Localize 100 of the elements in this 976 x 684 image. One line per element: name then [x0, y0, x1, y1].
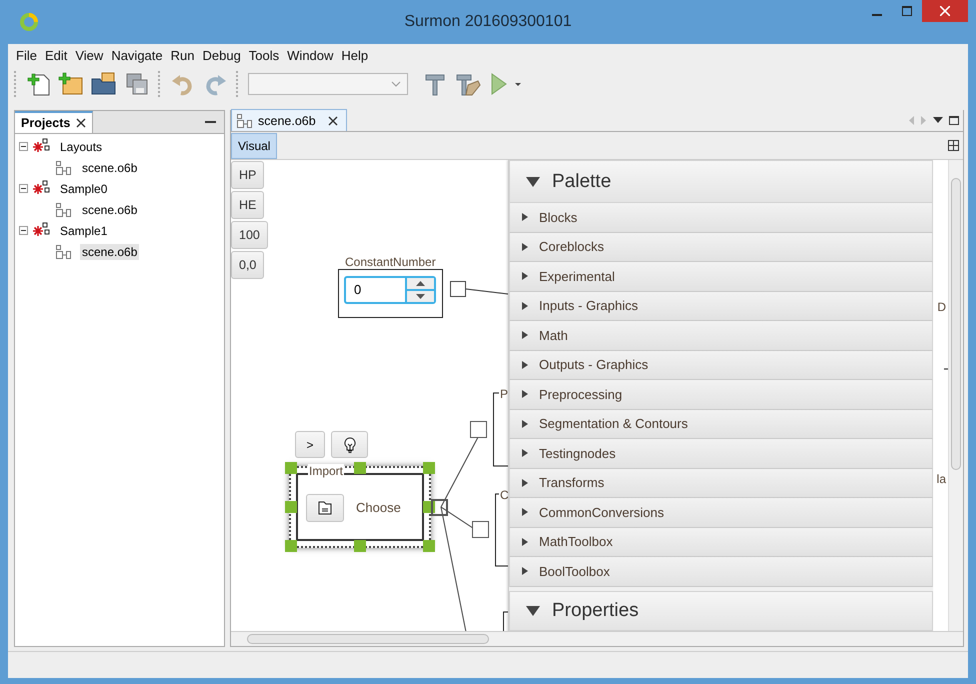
menu-item[interactable]: Window: [283, 48, 338, 62]
new-folder-icon[interactable]: [58, 71, 84, 97]
hint-button[interactable]: [331, 431, 368, 458]
category-label: Outputs - Graphics: [539, 357, 648, 372]
palette-category[interactable]: Experimental: [509, 262, 933, 292]
palette-category[interactable]: CommonConversions: [509, 498, 933, 528]
palette-category[interactable]: Outputs - Graphics: [509, 350, 933, 380]
resize-handle[interactable]: [354, 462, 366, 474]
panel-title: Projects: [21, 116, 70, 130]
category-label: Math: [539, 328, 568, 343]
tree-item[interactable]: Sample1: [58, 222, 110, 238]
tree-item[interactable]: Sample0: [58, 180, 110, 196]
vertical-scrollbar[interactable]: [948, 160, 963, 631]
palette-category[interactable]: MathToolbox: [509, 528, 933, 557]
node-title: D: [936, 300, 947, 314]
port: [431, 499, 448, 516]
canvas-button[interactable]: HP: [231, 161, 264, 189]
category-label: Preprocessing: [539, 386, 622, 402]
file-button[interactable]: [306, 494, 344, 522]
resize-handle[interactable]: [285, 462, 297, 474]
tree-item[interactable]: scene.o6b: [80, 160, 140, 176]
view-tab[interactable]: Visual: [231, 132, 278, 158]
menu-item[interactable]: Edit: [40, 48, 72, 62]
save-all-icon[interactable]: [124, 71, 150, 97]
port: [472, 521, 489, 538]
tree-item[interactable]: scene.o6b: [80, 202, 140, 218]
node-title: P: [499, 387, 510, 401]
resize-handle[interactable]: [423, 540, 435, 552]
maximize-icon[interactable]: [949, 116, 959, 124]
scene-file-icon: [55, 160, 73, 176]
canvas-button[interactable]: HE: [231, 191, 264, 219]
node-frame: [503, 612, 508, 631]
menu-item[interactable]: File: [12, 48, 41, 62]
menu-item[interactable]: Debug: [198, 48, 245, 62]
tree-item[interactable]: scene.o6b: [80, 244, 140, 260]
canvas-button[interactable]: 0,0: [231, 251, 264, 279]
palette-category[interactable]: Math: [509, 321, 933, 350]
collapse-icon[interactable]: [19, 142, 28, 151]
category-label: CommonConversions: [539, 504, 664, 520]
tree-item[interactable]: Layouts: [58, 138, 104, 154]
run-button[interactable]: >: [295, 431, 325, 458]
properties-header[interactable]: Properties: [509, 590, 933, 630]
close-button[interactable]: [922, 0, 968, 22]
palette-category[interactable]: Inputs - Graphics: [509, 292, 933, 321]
node-title: Import: [308, 464, 344, 478]
node-title: la: [936, 472, 947, 486]
collapse-icon[interactable]: [19, 184, 28, 193]
category-label: BoolToolbox: [539, 564, 610, 579]
node-title: ConstantNumber: [344, 255, 437, 269]
window-title: Surmon 201609300101: [404, 13, 572, 31]
grid-icon[interactable]: [948, 140, 959, 151]
connector-line: [466, 288, 508, 294]
canvas-button[interactable]: 100: [231, 221, 268, 249]
resize-handle[interactable]: [423, 462, 435, 474]
menu-item[interactable]: View: [71, 48, 108, 62]
scene-file-icon: [55, 244, 73, 260]
menu-item[interactable]: Help: [337, 48, 372, 62]
close-icon: [940, 6, 950, 16]
section-title: Palette: [552, 170, 612, 192]
resize-handle[interactable]: [285, 501, 297, 513]
menu-item[interactable]: Navigate: [107, 48, 167, 62]
palette-category[interactable]: Blocks: [509, 203, 933, 232]
collapse-icon[interactable]: [19, 226, 28, 235]
scene-file-icon: [55, 202, 73, 218]
scene-file-icon: [236, 112, 254, 128]
editor-tab[interactable]: scene.o6b: [231, 109, 347, 131]
close-icon[interactable]: [328, 116, 338, 126]
dropdown-icon[interactable]: [933, 117, 943, 123]
category-label: Experimental: [539, 268, 615, 284]
port: [450, 281, 466, 297]
menu-item[interactable]: Tools: [244, 48, 284, 62]
file-label: Choose: [356, 500, 401, 515]
palette-category[interactable]: BoolToolbox: [509, 557, 933, 586]
port: [470, 421, 487, 438]
projects-tab[interactable]: Projects: [15, 111, 94, 133]
resize-handle[interactable]: [354, 540, 366, 552]
tab-label: scene.o6b: [258, 114, 316, 128]
palette-category[interactable]: Segmentation & Contours: [509, 410, 933, 439]
resize-handle[interactable]: [285, 540, 297, 552]
minimize-icon[interactable]: [205, 120, 216, 124]
palette-category[interactable]: Coreblocks: [509, 232, 933, 262]
minimize-icon: [872, 14, 882, 16]
category-label: Blocks: [539, 210, 578, 225]
category-label: Transforms: [539, 475, 604, 490]
horizontal-scrollbar[interactable]: [231, 631, 963, 646]
new-file-icon[interactable]: [26, 71, 52, 97]
section-title: Properties: [552, 600, 639, 622]
palette-category[interactable]: Testingnodes: [509, 439, 933, 468]
node-frame[interactable]: [338, 269, 443, 318]
close-icon[interactable]: [76, 118, 86, 128]
palette-header[interactable]: Palette: [509, 160, 933, 203]
maximize-icon: [902, 6, 912, 16]
palette-category[interactable]: Transforms: [509, 468, 933, 498]
open-folder-icon[interactable]: [90, 71, 118, 97]
category-label: Inputs - Graphics: [539, 298, 638, 314]
light-bulb-icon: [344, 436, 356, 452]
palette-category[interactable]: Preprocessing: [509, 380, 933, 410]
number-spinner[interactable]: 0: [344, 276, 436, 304]
menu-item[interactable]: Run: [166, 48, 198, 62]
app-logo-icon: [20, 13, 38, 31]
